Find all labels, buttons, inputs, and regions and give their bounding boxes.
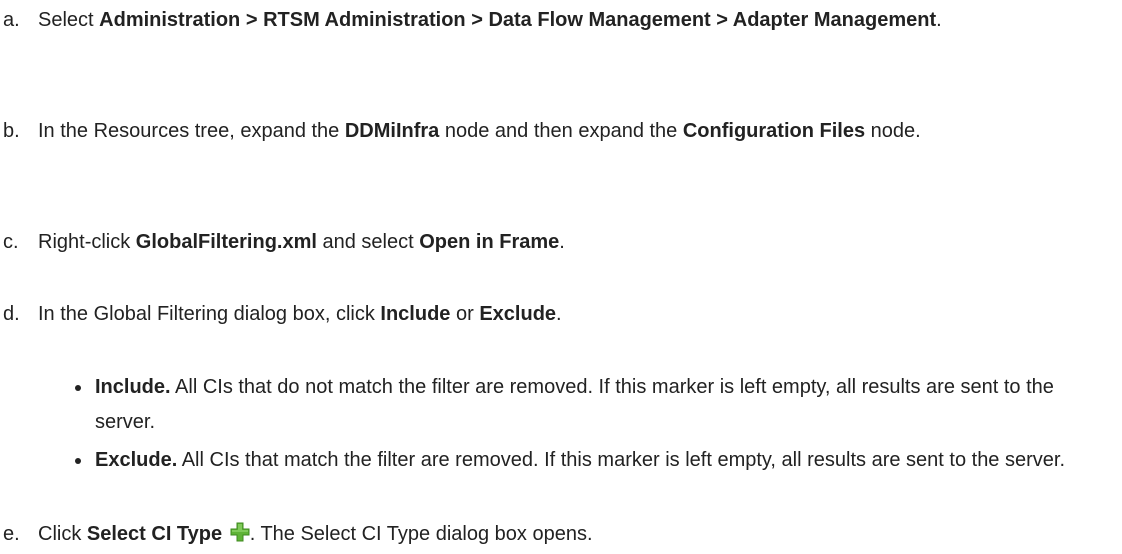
bullet-text: Exclude. All CIs that match the filter a… xyxy=(95,443,1095,478)
step-marker: a. xyxy=(3,9,20,31)
bullet-description: All CIs that match the filter are remove… xyxy=(177,449,1066,471)
step-text: Click Select CI Type . The Select CI Typ… xyxy=(38,517,1078,552)
step-marker: e. xyxy=(3,523,20,545)
step-text-segment: . The Select CI Type dialog box opens. xyxy=(249,523,593,545)
step-marker: d. xyxy=(3,303,20,325)
step-marker: b. xyxy=(3,120,20,142)
node-name: Configuration Files xyxy=(682,120,866,142)
step-text-segment: . xyxy=(556,303,562,325)
step-text-segment: node and then expand the xyxy=(439,120,683,142)
step-text-segment: Click xyxy=(38,523,87,545)
bullet-term: Exclude. xyxy=(95,449,178,471)
step-text-segment xyxy=(222,523,228,545)
bullet-text: Include. All CIs that do not match the f… xyxy=(95,370,1095,440)
bullet-dot xyxy=(75,385,81,391)
button-name: Select CI Type xyxy=(86,523,223,545)
step-text: In the Global Filtering dialog box, clic… xyxy=(38,297,1078,332)
menu-path: Administration > RTSM Administration > D… xyxy=(99,9,937,31)
green-plus-icon xyxy=(230,519,250,542)
step-text-segment: Right-click xyxy=(38,231,136,253)
bullet-term: Include. xyxy=(95,376,171,398)
step-text: Right-click GlobalFiltering.xml and sele… xyxy=(38,225,1078,260)
step-text-segment: In the Resources tree, expand the xyxy=(38,120,345,142)
option-name: Exclude xyxy=(479,303,557,325)
option-name: Include xyxy=(380,303,451,325)
step-text: Select Administration > RTSM Administrat… xyxy=(38,3,1078,38)
step-text-segment: In the Global Filtering dialog box, clic… xyxy=(38,303,381,325)
file-name: GlobalFiltering.xml xyxy=(135,231,317,253)
step-text-segment: . xyxy=(936,9,942,31)
bullet-description: All CIs that do not match the filter are… xyxy=(95,376,1054,433)
step-text-segment: . xyxy=(559,231,565,253)
node-name: DDMiInfra xyxy=(344,120,440,142)
step-text: In the Resources tree, expand the DDMiIn… xyxy=(38,114,1078,149)
step-marker: c. xyxy=(3,231,19,253)
step-text-segment: or xyxy=(450,303,480,325)
step-text-segment: Select xyxy=(38,9,100,31)
step-text-segment: node. xyxy=(865,120,921,142)
menu-command: Open in Frame xyxy=(419,231,560,253)
step-text-segment: and select xyxy=(316,231,420,253)
bullet-dot xyxy=(75,458,81,464)
document-body: a. Select Administration > RTSM Administ… xyxy=(0,0,1122,552)
